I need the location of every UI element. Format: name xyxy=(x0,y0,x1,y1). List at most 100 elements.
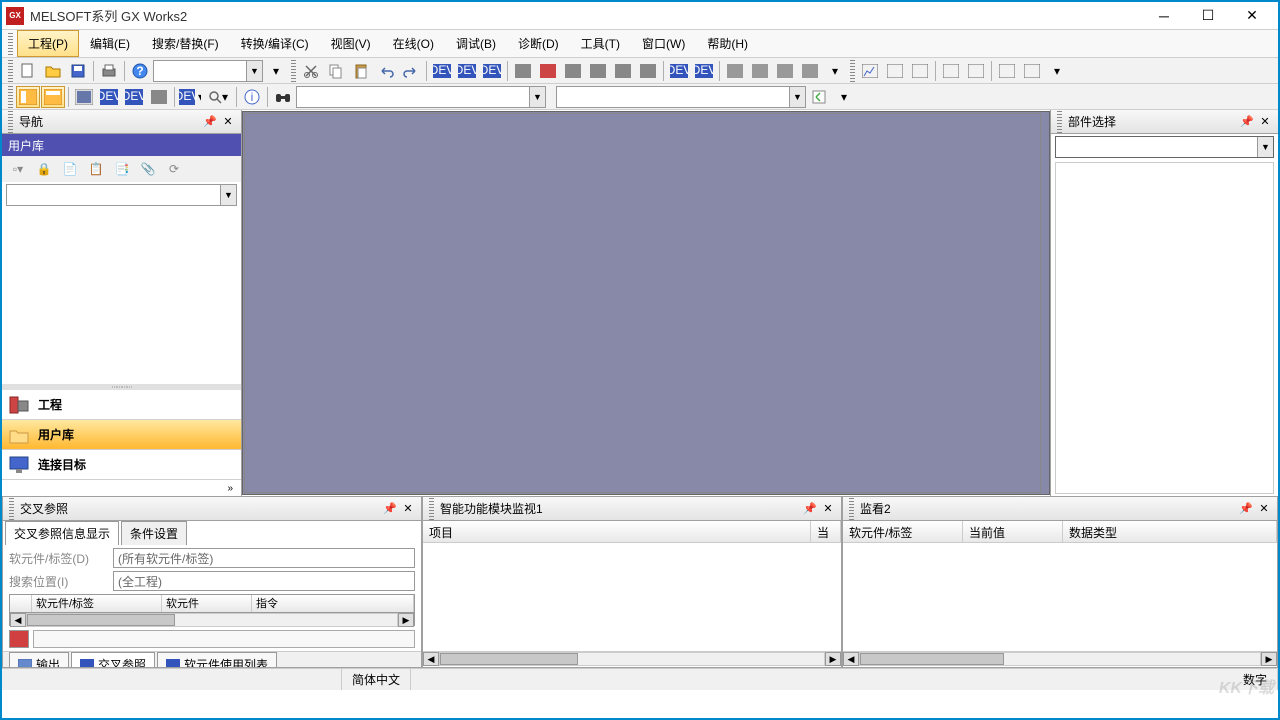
close-button[interactable]: ✕ xyxy=(1230,5,1274,27)
toolbar-combo-1[interactable]: ▼ xyxy=(153,60,263,82)
nav-cat-project[interactable]: 工程 xyxy=(2,390,241,420)
pin-icon[interactable]: 📌 xyxy=(381,500,399,518)
dev-icon[interactable]: DEV xyxy=(667,60,691,82)
tab-output[interactable]: 输出 xyxy=(9,652,69,667)
nav-cat-userlib[interactable]: 用户库 xyxy=(2,420,241,450)
scroll-right-icon[interactable]: ▶ xyxy=(825,652,841,666)
xref-tab-cond[interactable]: 条件设置 xyxy=(121,521,187,545)
menu-help[interactable]: 帮助(H) xyxy=(696,30,759,57)
tool-icon[interactable] xyxy=(147,86,171,108)
xref-col[interactable]: 软元件/标签 xyxy=(32,595,162,612)
save-icon[interactable] xyxy=(66,60,90,82)
dev-icon[interactable]: DEV xyxy=(122,86,146,108)
tool-icon[interactable] xyxy=(586,60,610,82)
menu-online[interactable]: 在线(O) xyxy=(382,30,445,57)
maximize-button[interactable]: ☐ xyxy=(1186,5,1230,27)
help-icon[interactable]: ? xyxy=(128,60,152,82)
menu-project[interactable]: 工程(P) xyxy=(17,30,79,57)
close-icon[interactable]: ✕ xyxy=(1256,113,1274,131)
menu-view[interactable]: 视图(V) xyxy=(320,30,382,57)
close-icon[interactable]: ✕ xyxy=(219,113,237,131)
search-combo-1[interactable]: ▼ xyxy=(296,86,546,108)
nav-tool-icon[interactable]: 📄 xyxy=(58,159,82,179)
layout-icon[interactable] xyxy=(72,86,96,108)
xref-search-input[interactable] xyxy=(113,571,415,591)
tool-icon[interactable] xyxy=(773,60,797,82)
dev-icon[interactable]: DEV xyxy=(97,86,121,108)
info-icon[interactable]: i xyxy=(240,86,264,108)
parts-tree[interactable] xyxy=(1055,162,1274,494)
paste-icon[interactable] xyxy=(349,60,373,82)
go-icon[interactable] xyxy=(807,86,831,108)
dev-icon[interactable]: DEV xyxy=(430,60,454,82)
xref-col[interactable]: 软元件 xyxy=(162,595,252,612)
cut-icon[interactable] xyxy=(299,60,323,82)
chevron-down-icon[interactable]: ▼ xyxy=(529,87,545,107)
new-icon[interactable] xyxy=(16,60,40,82)
nav-tool-icon[interactable]: 📋 xyxy=(84,159,108,179)
overflow-icon[interactable]: ▾ xyxy=(832,86,856,108)
binoculars-icon[interactable] xyxy=(271,86,295,108)
menu-debug[interactable]: 调试(B) xyxy=(445,30,507,57)
chart-icon[interactable] xyxy=(964,60,988,82)
open-icon[interactable] xyxy=(41,60,65,82)
monitor-grid[interactable] xyxy=(423,543,841,651)
tool-icon[interactable] xyxy=(748,60,772,82)
scrollbar[interactable] xyxy=(859,652,1261,666)
xref-col[interactable]: 指令 xyxy=(252,595,414,612)
chart-icon[interactable] xyxy=(939,60,963,82)
pin-icon[interactable]: 📌 xyxy=(1237,500,1255,518)
chart-icon[interactable] xyxy=(1020,60,1044,82)
watch-grid[interactable] xyxy=(843,543,1277,651)
filter-icon[interactable] xyxy=(9,630,29,648)
nav-expand[interactable]: » xyxy=(2,480,241,496)
grid-col[interactable]: 数据类型 xyxy=(1063,521,1277,542)
xref-grid[interactable]: 软元件/标签 软元件 指令 ◀ ▶ xyxy=(9,594,415,626)
nav-tool-icon[interactable]: ⟳ xyxy=(162,159,186,179)
scroll-right-icon[interactable]: ▶ xyxy=(398,613,414,627)
chevron-down-icon[interactable]: ▼ xyxy=(220,185,236,205)
tool-icon[interactable] xyxy=(536,60,560,82)
filter-input[interactable] xyxy=(33,630,415,648)
dev-dropdown-icon[interactable]: DEV▾ xyxy=(178,86,202,108)
scrollbar[interactable] xyxy=(26,613,398,627)
nav-tool-icon[interactable]: 🔒 xyxy=(32,159,56,179)
minimize-button[interactable]: ─ xyxy=(1142,5,1186,27)
scrollbar[interactable] xyxy=(439,652,825,666)
tab-devlist[interactable]: 软元件使用列表 xyxy=(157,652,277,667)
chart-icon[interactable] xyxy=(883,60,907,82)
menu-window[interactable]: 窗口(W) xyxy=(631,30,696,57)
chevron-down-icon[interactable]: ▼ xyxy=(246,61,262,81)
chevron-down-icon[interactable]: ▼ xyxy=(1257,137,1273,157)
pin-icon[interactable]: 📌 xyxy=(1238,113,1256,131)
tab-xref[interactable]: 交叉参照 xyxy=(71,652,155,667)
copy-icon[interactable] xyxy=(324,60,348,82)
menu-edit[interactable]: 编辑(E) xyxy=(79,30,141,57)
pin-icon[interactable]: 📌 xyxy=(201,113,219,131)
search-combo-2[interactable]: ▼ xyxy=(556,86,806,108)
menu-search[interactable]: 搜索/替换(F) xyxy=(141,30,230,57)
chevron-down-icon[interactable]: ▼ xyxy=(789,87,805,107)
overflow-icon[interactable]: ▾ xyxy=(1045,60,1069,82)
tool-icon[interactable] xyxy=(611,60,635,82)
nav-tool-icon[interactable]: 📎 xyxy=(136,159,160,179)
view-icon[interactable] xyxy=(16,86,40,108)
tool-icon[interactable] xyxy=(511,60,535,82)
nav-combo[interactable]: ▼ xyxy=(6,184,237,206)
dev-icon[interactable]: DEV xyxy=(692,60,716,82)
pin-icon[interactable]: 📌 xyxy=(801,500,819,518)
view-icon[interactable] xyxy=(41,86,65,108)
nav-cat-connect[interactable]: 连接目标 xyxy=(2,450,241,480)
search-dropdown-icon[interactable]: ▾ xyxy=(203,86,233,108)
tool-icon[interactable] xyxy=(561,60,585,82)
tool-icon[interactable] xyxy=(798,60,822,82)
scroll-left-icon[interactable]: ◀ xyxy=(423,652,439,666)
tool-icon[interactable] xyxy=(636,60,660,82)
parts-combo[interactable]: ▼ xyxy=(1055,136,1274,158)
scroll-right-icon[interactable]: ▶ xyxy=(1261,652,1277,666)
overflow-icon[interactable]: ▾ xyxy=(823,60,847,82)
scroll-left-icon[interactable]: ◀ xyxy=(843,652,859,666)
dev-icon[interactable]: DEV xyxy=(455,60,479,82)
xref-tab-info[interactable]: 交叉参照信息显示 xyxy=(5,521,119,545)
grid-col[interactable]: 软元件/标签 xyxy=(843,521,963,542)
